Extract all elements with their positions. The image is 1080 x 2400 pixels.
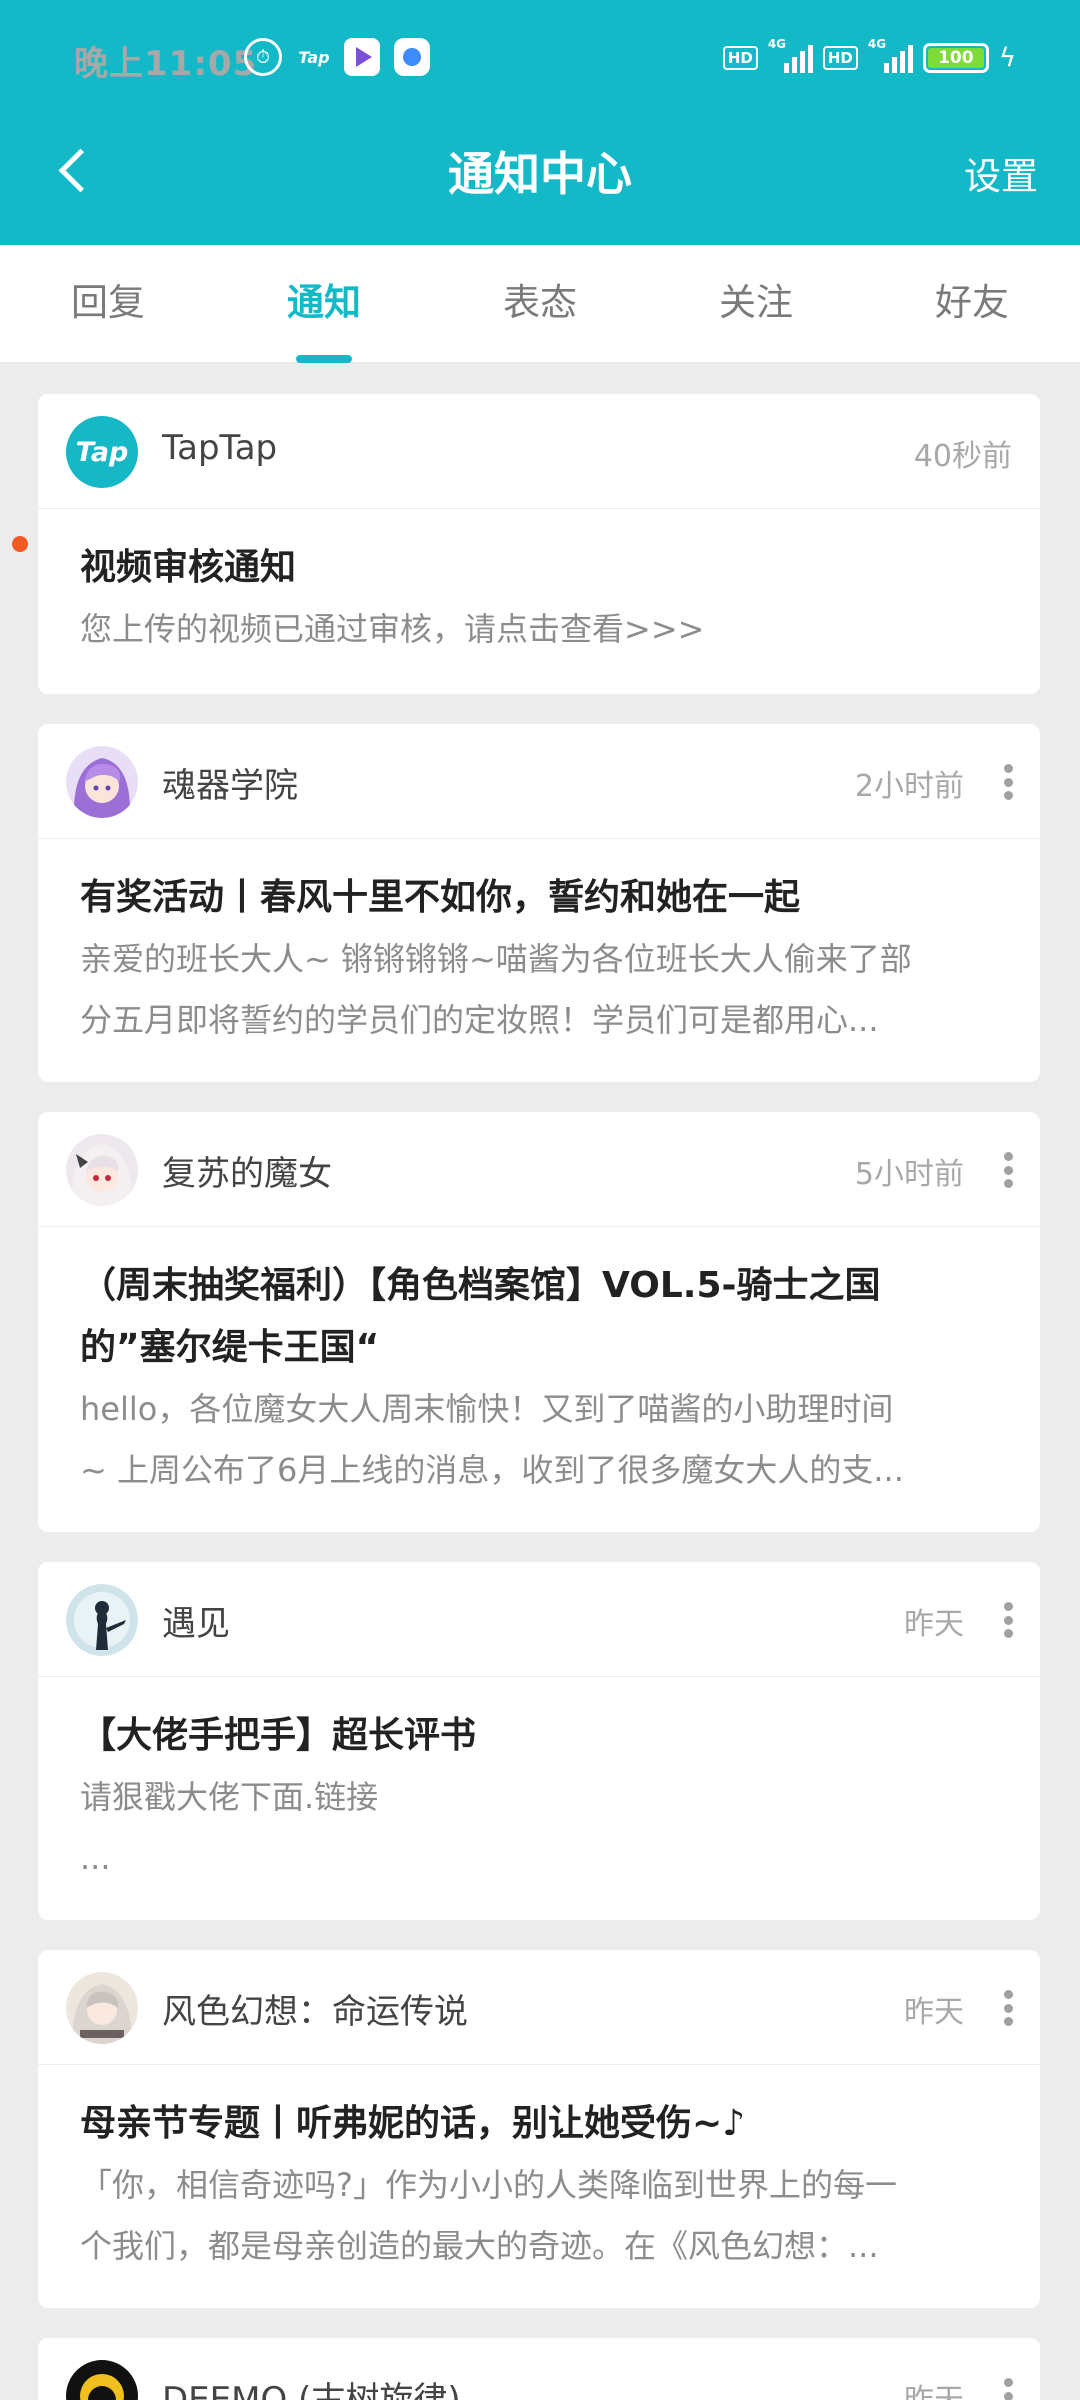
battery-icon: 100 (922, 43, 989, 73)
alarm-icon: ⏱ (244, 38, 282, 76)
hd-icon: HD (722, 46, 758, 70)
timestamp: 昨天 (904, 1607, 964, 1642)
status-bar: 晚上11:05 ⏱ Tap HD 4G HD 4G 100 ϟ (0, 0, 1080, 118)
notification-card[interactable]: Tap TapTap 40秒前 视频审核通知 您上传的视频已通过审核，请点击查看… (38, 394, 1040, 694)
more-options-icon[interactable] (1002, 2378, 1014, 2400)
timestamp: 昨天 (904, 2375, 964, 2400)
notification-title: 【大佬手把手】超长评书 (80, 1715, 477, 1756)
hd-icon-2: HD (822, 46, 858, 70)
notification-card[interactable]: DEEMO (古树旋律) 昨天 (38, 2338, 1040, 2400)
avatar[interactable] (66, 1134, 138, 1206)
avatar[interactable] (66, 1972, 138, 2044)
avatar[interactable] (66, 2360, 138, 2400)
avatar[interactable] (66, 746, 138, 818)
notification-text-line: 亲爱的班长大人~ 锵锵锵锵~喵酱为各位班长大人偷来了部 (80, 940, 912, 978)
unread-dot (12, 536, 28, 552)
notification-title: 有奖活动丨春风十里不如你，誓约和她在一起 (80, 877, 801, 918)
charging-icon: ϟ (998, 43, 1016, 73)
notification-text-line: ... (80, 1839, 111, 1877)
notification-text-line: 请狠戳大佬下面.链接 (80, 1778, 379, 1816)
notification-card[interactable]: 复苏的魔女 5小时前 （周末抽奖福利）【角色档案馆】VOL.5-骑士之国 的”塞… (38, 1112, 1040, 1532)
card-header: 遇见 昨天 (38, 1562, 1040, 1677)
card-header: Tap TapTap 40秒前 (38, 394, 1040, 509)
source-name: 魂器学院 (162, 766, 298, 806)
more-options-icon[interactable] (1002, 1602, 1014, 1638)
signal-icon: 4G (768, 37, 813, 73)
card-header: 复苏的魔女 5小时前 (38, 1112, 1040, 1227)
notification-text: 您上传的视频已通过审核，请点击查看>>> (80, 610, 705, 648)
more-options-icon[interactable] (1002, 1990, 1014, 2026)
source-name: DEEMO (古树旋律) (162, 2380, 461, 2400)
tab-replies[interactable]: 回复 (28, 245, 188, 363)
taptap-notification-icon: Tap (298, 47, 330, 67)
video-app-icon (344, 38, 380, 76)
tab-notifications[interactable]: 通知 (244, 245, 404, 363)
avatar[interactable] (66, 1584, 138, 1656)
notification-text-line: 「你，相信奇迹吗?」作为小小的人类降临到世界上的每一 (80, 2166, 897, 2204)
notification-text-line: ~ 上周公布了6月上线的消息，收到了很多魔女大人的支... (80, 1451, 904, 1489)
signal-icon-2: 4G (868, 37, 913, 73)
tab-bar: 回复 通知 表态 关注 好友 (0, 245, 1080, 363)
notification-text-line: 个我们，都是母亲创造的最大的奇迹。在《风色幻想：... (80, 2227, 879, 2265)
page-title: 通知中心 (448, 147, 632, 201)
timestamp: 2小时前 (854, 769, 964, 804)
tab-follows[interactable]: 关注 (676, 245, 836, 363)
source-name: TapTap (162, 428, 278, 468)
more-options-icon[interactable] (1002, 1152, 1014, 1188)
notification-card[interactable]: 遇见 昨天 【大佬手把手】超长评书 请狠戳大佬下面.链接 ... (38, 1562, 1040, 1920)
notification-title: 视频审核通知 (80, 547, 297, 588)
source-name: 复苏的魔女 (162, 1154, 332, 1194)
notification-card[interactable]: 魂器学院 2小时前 有奖活动丨春风十里不如你，誓约和她在一起 亲爱的班长大人~ … (38, 724, 1040, 1082)
tab-reactions[interactable]: 表态 (460, 245, 620, 363)
notification-title-line: （周末抽奖福利）【角色档案馆】VOL.5-骑士之国 (80, 1265, 881, 1306)
chat-app-icon (394, 38, 430, 76)
card-header: DEEMO (古树旋律) 昨天 (38, 2338, 1040, 2400)
notification-text-line: hello，各位魔女大人周末愉快！又到了喵酱的小助理时间 (80, 1390, 894, 1428)
notification-text-line: 分五月即将誓约的学员们的定妆照！学员们可是都用心... (80, 1001, 879, 1039)
status-indicators: HD 4G HD 4G 100 ϟ (722, 37, 1016, 78)
notification-title-line: 的”塞尔缇卡王国“ (80, 1327, 380, 1368)
notification-card[interactable]: 风色幻想：命运传说 昨天 母亲节专题丨听弗妮的话，别让她受伤~♪ 「你，相信奇迹… (38, 1950, 1040, 2308)
timestamp: 40秒前 (913, 439, 1012, 474)
source-name: 风色幻想：命运传说 (162, 1992, 468, 2032)
source-name: 遇见 (162, 1604, 230, 1644)
timestamp: 昨天 (904, 1995, 964, 2030)
more-options-icon[interactable] (1002, 764, 1014, 800)
app-header: 晚上11:05 ⏱ Tap HD 4G HD 4G 100 ϟ 通知中心 设置 (0, 0, 1080, 245)
card-header: 风色幻想：命运传说 昨天 (38, 1950, 1040, 2065)
nav-bar: 通知中心 设置 (0, 118, 1080, 245)
tab-friends[interactable]: 好友 (892, 245, 1052, 363)
settings-button[interactable]: 设置 (964, 146, 1038, 200)
card-header: 魂器学院 2小时前 (38, 724, 1040, 839)
notification-title: 母亲节专题丨听弗妮的话，别让她受伤~♪ (80, 2103, 746, 2144)
timestamp: 5小时前 (854, 1157, 964, 1192)
taptap-logo-avatar: Tap (66, 416, 138, 488)
